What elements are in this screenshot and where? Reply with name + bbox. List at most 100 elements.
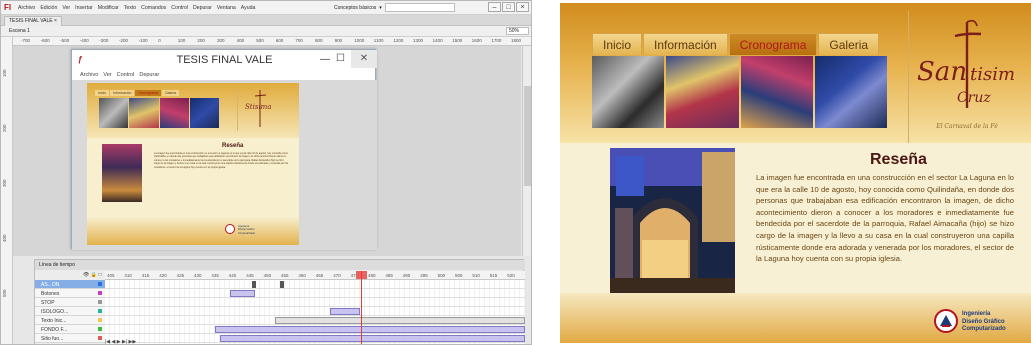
ruler-tick-label: 1200 bbox=[393, 38, 404, 43]
nav-tab-inicio[interactable]: Inicio bbox=[592, 33, 643, 55]
menu-insertar[interactable]: Insertar bbox=[75, 5, 93, 11]
layer-color-swatch[interactable] bbox=[98, 300, 102, 304]
mini-tab-galeria[interactable]: Galeria bbox=[161, 90, 180, 96]
timeline-layer[interactable]: Botones bbox=[35, 289, 105, 298]
menu-archivo[interactable]: Archivo bbox=[18, 5, 35, 11]
close-icon[interactable]: × bbox=[516, 2, 529, 12]
timeline-layer[interactable]: STOP bbox=[35, 298, 105, 307]
timeline-layer[interactable]: Sitio fuo... bbox=[35, 334, 105, 343]
mini-photo bbox=[129, 98, 159, 128]
workspace-label[interactable]: Conceptos básicos bbox=[334, 5, 376, 11]
layer-color-swatch[interactable] bbox=[98, 318, 102, 322]
frame-number: 425 bbox=[176, 273, 185, 278]
keyframe[interactable] bbox=[252, 281, 256, 288]
tween-span[interactable] bbox=[230, 290, 255, 297]
menu-edicion[interactable]: Edición bbox=[40, 5, 57, 11]
layer-color-swatch[interactable] bbox=[98, 327, 102, 331]
church-photo bbox=[610, 148, 735, 298]
chevron-down-icon[interactable]: ▾ bbox=[379, 5, 382, 11]
cross-logo-icon: San tisima Cruz bbox=[917, 19, 1015, 108]
timeline-layer[interactable]: Texto Inic... bbox=[35, 316, 105, 325]
mini-footer: Ingeniería Diseño Gráfico Computarizado bbox=[87, 218, 299, 245]
playback-controls[interactable]: |◀ ◀ ▶ ▶| ▶▶ bbox=[105, 339, 255, 344]
layer-color-swatch[interactable] bbox=[98, 282, 102, 286]
frame-number: 480 bbox=[368, 273, 376, 278]
maximize-icon[interactable]: □ bbox=[502, 2, 515, 12]
frame-row bbox=[105, 325, 525, 334]
nav-tab-informacion[interactable]: Información bbox=[643, 33, 728, 55]
menu-control[interactable]: Control bbox=[171, 5, 188, 11]
frame-span[interactable] bbox=[275, 317, 525, 324]
maximize-icon[interactable]: ☐ bbox=[336, 53, 345, 64]
layer-color-swatch[interactable] bbox=[98, 336, 102, 340]
mini-tab-inicio[interactable]: Inicio bbox=[95, 90, 110, 96]
frame-number: 430 bbox=[194, 273, 202, 278]
test-window-menu: Archivo Ver Control Depurar bbox=[80, 72, 159, 78]
layer-name: Sitio fuo... bbox=[41, 336, 64, 342]
layer-list: AS...ON Botones STOP ISOLOGO... Texto Inic..… bbox=[35, 280, 105, 344]
frame-number: 465 bbox=[315, 273, 324, 278]
scene-label[interactable]: Escena 1 bbox=[9, 28, 30, 34]
tween-span[interactable] bbox=[220, 335, 525, 342]
menu-ayuda[interactable]: Ayuda bbox=[241, 5, 256, 11]
tween-span[interactable] bbox=[215, 326, 525, 333]
timeline-layer[interactable]: ISOLOGO... bbox=[35, 307, 105, 316]
timeline-layer[interactable]: AS...ON bbox=[35, 280, 105, 289]
flash-ide-window: Fl Archivo Edición Ver Insertar Modifica… bbox=[0, 0, 532, 345]
nav-tab-galeria[interactable]: Galeria bbox=[818, 33, 880, 55]
vertical-scrollbar[interactable] bbox=[522, 46, 531, 256]
minimize-icon[interactable]: — bbox=[320, 54, 330, 65]
minimize-icon[interactable]: – bbox=[488, 2, 501, 12]
frame-row bbox=[105, 298, 525, 307]
ruler-tick-label: 1100 bbox=[373, 38, 384, 43]
tw-menu-depurar[interactable]: Depurar bbox=[139, 72, 159, 78]
tw-menu-control[interactable]: Control bbox=[117, 72, 135, 78]
zoom-select[interactable]: 50% bbox=[506, 27, 529, 35]
layer-color-swatch[interactable] bbox=[98, 309, 102, 313]
header-photo-strip bbox=[592, 56, 887, 128]
document-tab[interactable]: TESIS FINAL VALE × bbox=[4, 16, 62, 26]
mini-section-title: Reseña bbox=[222, 143, 244, 149]
nav-tab-cronograma[interactable]: Cronograma bbox=[728, 33, 818, 55]
ruler-tick-label: 600 bbox=[275, 38, 284, 43]
ruler-vertical: 100 200 300 400 500 bbox=[1, 37, 13, 344]
tw-menu-ver[interactable]: Ver bbox=[103, 72, 111, 78]
scene-bar: Escena 1 50% bbox=[1, 26, 531, 37]
scrollbar-thumb[interactable] bbox=[524, 86, 531, 186]
site-header: Inicio Información Cronograma Galeria Sa… bbox=[560, 3, 1031, 146]
layer-name: Texto Inic... bbox=[41, 318, 67, 324]
layer-name: Botones bbox=[41, 291, 60, 297]
ruler-tick-label: -700 bbox=[21, 38, 31, 43]
ruler-tick-label: -100 bbox=[138, 38, 148, 43]
tw-menu-archivo[interactable]: Archivo bbox=[80, 72, 98, 78]
ruler-tick-label: -400 bbox=[79, 38, 89, 43]
keyframe[interactable] bbox=[280, 281, 284, 288]
ruler-tick-label: -600 bbox=[40, 38, 50, 43]
layer-name: FONDO F... bbox=[41, 327, 68, 333]
ide-window-controls: – □ × bbox=[488, 2, 529, 12]
menu-texto[interactable]: Texto bbox=[124, 5, 136, 11]
timeline-layer[interactable]: FONDO F... bbox=[35, 325, 105, 334]
ruler-tick-label: 100 bbox=[177, 38, 186, 43]
menu-modificar[interactable]: Modificar bbox=[98, 5, 119, 11]
timeline-ruler[interactable]: 405 410 415 420 425 430 435 440 445 450 455 460 465 4… bbox=[105, 271, 525, 280]
university-logo-icon bbox=[934, 309, 958, 333]
brand-name-a: San bbox=[917, 57, 967, 87]
frame-row bbox=[105, 307, 525, 316]
menu-depurar[interactable]: Depurar bbox=[193, 5, 212, 11]
mini-tab-informacion[interactable]: Información bbox=[110, 90, 135, 96]
frame-grid[interactable] bbox=[105, 280, 525, 344]
layer-color-swatch[interactable] bbox=[98, 291, 102, 295]
mini-tab-cronograma[interactable]: Cronograma bbox=[135, 90, 161, 96]
menu-comandos[interactable]: Comandos bbox=[141, 5, 166, 11]
search-input[interactable] bbox=[384, 3, 455, 12]
playhead[interactable] bbox=[361, 271, 362, 344]
close-icon[interactable]: ✕ bbox=[351, 50, 377, 68]
test-window-title: TESIS FINAL VALE bbox=[176, 54, 273, 66]
menu-ventana[interactable]: Ventana bbox=[217, 5, 236, 11]
ruler-tick-label: 500 bbox=[2, 289, 7, 297]
layer-visibility-icons[interactable]: 👁 🔒 □ bbox=[83, 272, 101, 278]
ruler-tick-label: 300 bbox=[217, 38, 225, 43]
menu-ver[interactable]: Ver bbox=[62, 5, 70, 11]
tween-span[interactable] bbox=[330, 308, 360, 315]
